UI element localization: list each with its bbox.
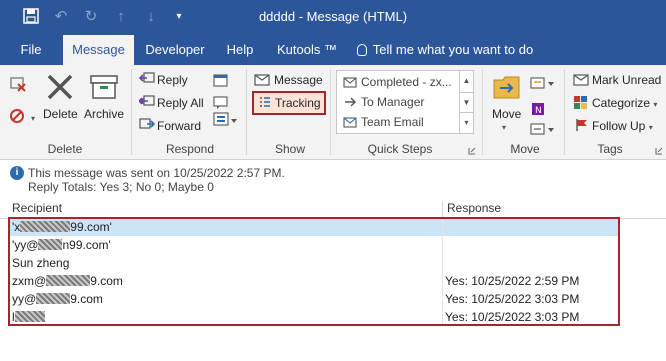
cleanup-icon[interactable] xyxy=(9,107,31,128)
group-label-show: Show xyxy=(274,142,306,156)
forward-icon xyxy=(139,118,156,135)
reply-icon xyxy=(138,72,155,89)
column-header-recipient[interactable]: Recipient xyxy=(12,199,62,218)
move-dropdown-icon[interactable]: ▾ xyxy=(502,123,506,132)
move-folder-icon xyxy=(492,72,522,105)
cleanup-dropdown-icon[interactable]: ▾ xyxy=(31,114,35,123)
scroll-down-icon[interactable]: ▼ xyxy=(460,91,473,113)
tell-me-search[interactable]: Tell me what you want to do xyxy=(356,35,534,65)
tracking-button[interactable]: Tracking xyxy=(252,91,326,115)
more-respond-icon[interactable] xyxy=(213,111,239,132)
quick-step-label: Team Email xyxy=(361,115,424,129)
group-separator xyxy=(131,69,132,155)
scroll-up-icon[interactable]: ▲ xyxy=(460,71,473,92)
group-separator xyxy=(482,69,483,155)
categorize-button[interactable]: Categorize ▾ xyxy=(592,96,657,110)
team-email-icon xyxy=(343,116,357,131)
ignore-icon[interactable] xyxy=(9,75,27,96)
gallery-more-icon[interactable]: ▾ xyxy=(460,112,473,133)
follow-up-dropdown-icon: ▾ xyxy=(648,123,653,132)
sent-info-text: This message was sent on 10/25/2022 2:57… xyxy=(28,166,285,180)
reply-all-button[interactable]: Reply All xyxy=(157,96,204,110)
follow-up-button[interactable]: Follow Up ▾ xyxy=(592,119,653,133)
group-separator xyxy=(564,69,565,155)
group-label-move: Move xyxy=(510,142,540,156)
column-separator[interactable] xyxy=(442,201,443,218)
reply-button[interactable]: Reply xyxy=(157,73,188,87)
follow-up-label: Follow Up xyxy=(592,119,646,133)
reply-all-icon xyxy=(138,95,155,112)
ribbon-tabs: File Message Developer Help Kutools ™ Te… xyxy=(0,35,666,65)
meeting-reply-icon[interactable] xyxy=(213,73,229,90)
group-separator xyxy=(330,69,331,155)
window-title: ddddd - Message (HTML) xyxy=(258,9,408,24)
group-label-tags: Tags xyxy=(597,142,623,156)
message-view-icon xyxy=(254,72,270,89)
group-label-quick-steps: Quick Steps xyxy=(367,142,433,156)
rules-icon[interactable] xyxy=(530,75,556,94)
tab-help[interactable]: Help xyxy=(220,35,260,65)
info-icon: i xyxy=(10,166,24,180)
tab-kutools[interactable]: Kutools ™ xyxy=(272,35,342,65)
reply-totals-text: Reply Totals: Yes 3; No 0; Maybe 0 xyxy=(28,180,214,194)
categorize-dropdown-icon: ▾ xyxy=(653,100,658,109)
tell-me-label: Tell me what you want to do xyxy=(372,42,534,57)
svg-text:N: N xyxy=(535,106,542,116)
lightbulb-icon xyxy=(356,44,367,56)
archive-button[interactable]: Archive xyxy=(84,107,124,121)
group-separator xyxy=(246,69,247,155)
mark-unread-button[interactable]: Mark Unread xyxy=(592,73,661,87)
quick-step-label: Completed - zx... xyxy=(361,75,452,89)
move-button[interactable]: Move xyxy=(492,107,521,121)
tracking-label: Tracking xyxy=(275,96,321,110)
tab-developer[interactable]: Developer xyxy=(140,35,210,65)
tab-message[interactable]: Message xyxy=(63,35,134,65)
categorize-icon xyxy=(573,95,589,112)
actions-icon[interactable] xyxy=(530,121,556,140)
show-message-button[interactable]: Message xyxy=(274,73,323,87)
quick-step-label: To Manager xyxy=(361,95,425,109)
delete-button[interactable]: Delete xyxy=(43,107,78,121)
title-bar: ↶ ↻ ↑ ↓ ▾ ddddd - Message (HTML) xyxy=(0,0,666,35)
column-header-response[interactable]: Response xyxy=(447,199,501,218)
tracking-icon xyxy=(258,96,272,113)
forward-arrow-icon xyxy=(343,96,357,111)
dialog-launcher-icon[interactable] xyxy=(655,144,663,158)
im-reply-icon[interactable] xyxy=(213,95,229,112)
archive-icon[interactable] xyxy=(89,73,119,104)
quick-steps-gallery: Completed - zx... To Manager Team Email … xyxy=(336,70,474,134)
quick-steps-scrollbar[interactable]: ▲ ▼ ▾ xyxy=(459,71,473,133)
ribbon: ▾ Delete Archive Delete Reply Reply All … xyxy=(0,65,666,160)
delete-icon[interactable] xyxy=(46,73,74,104)
mark-unread-icon xyxy=(573,72,589,89)
envelope-check-icon xyxy=(343,76,357,91)
highlight-box xyxy=(8,217,620,326)
flag-icon xyxy=(575,118,589,135)
group-label-respond: Respond xyxy=(165,142,215,156)
forward-button[interactable]: Forward xyxy=(157,119,201,133)
onenote-icon[interactable]: N xyxy=(530,101,546,120)
categorize-label: Categorize xyxy=(592,96,651,110)
group-label-delete: Delete xyxy=(47,142,83,156)
tab-file[interactable]: File xyxy=(12,35,50,65)
dialog-launcher-icon[interactable] xyxy=(468,144,476,158)
